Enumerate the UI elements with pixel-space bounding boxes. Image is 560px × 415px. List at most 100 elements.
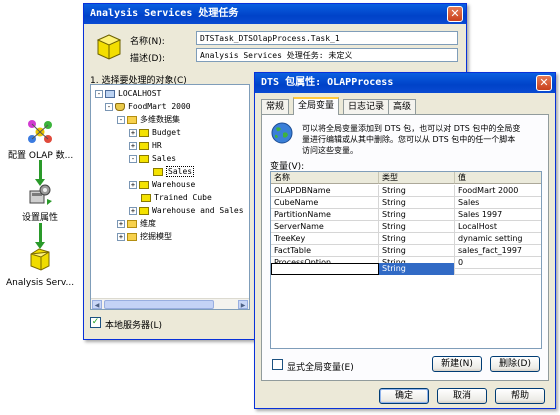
info-text-line-3: 访问这些变量。: [302, 146, 358, 155]
show-globals-checkbox[interactable]: [272, 359, 283, 370]
cube-icon: [139, 206, 149, 215]
show-globals-label: 显式全局变量(E): [287, 363, 354, 373]
task-window-titlebar[interactable]: Analysis Services 处理任务 ✕: [84, 4, 466, 24]
table-row[interactable]: PartitionName String Sales 1997: [271, 209, 541, 221]
global-variables-page: 可以将全局变量添加到 DTS 包，也可以对 DTS 包中的全局变 量进行编辑或从…: [261, 114, 549, 381]
close-icon[interactable]: ✕: [536, 75, 552, 91]
variable-type-cell[interactable]: String: [379, 185, 455, 197]
tree-node-database[interactable]: - FoodMart 2000: [105, 101, 191, 113]
scrollbar-thumb[interactable]: [104, 300, 214, 309]
task-window-title: Analysis Services 处理任务: [90, 8, 239, 19]
name-field[interactable]: DTSTask_DTSOlapProcess.Task_1: [196, 31, 458, 45]
tree-node-cubes-folder[interactable]: - 多维数据集: [117, 114, 180, 126]
help-button[interactable]: 帮助: [495, 388, 545, 404]
workflow-arrow[interactable]: [35, 223, 45, 249]
dynamic-properties-icon[interactable]: [27, 183, 53, 207]
variable-type-cell[interactable]: String: [379, 245, 455, 257]
collapse-icon[interactable]: -: [117, 115, 125, 124]
collapse-icon[interactable]: -: [105, 102, 113, 111]
description-field[interactable]: Analysis Services 处理任务: 未定义: [196, 48, 458, 62]
table-row[interactable]: TreeKey String dynamic setting: [271, 233, 541, 245]
column-header-name[interactable]: 名称: [271, 172, 379, 184]
tree-node-cube-hr[interactable]: + HR: [129, 140, 162, 152]
variable-value-cell[interactable]: FoodMart 2000: [455, 185, 541, 197]
close-icon[interactable]: ✕: [447, 6, 463, 22]
cancel-button[interactable]: 取消: [437, 388, 487, 404]
variable-type-cell[interactable]: String: [379, 233, 455, 245]
variable-value-cell[interactable]: dynamic setting: [455, 233, 541, 245]
new-variable-name-input[interactable]: [271, 263, 379, 275]
expand-icon[interactable]: +: [129, 180, 137, 189]
olap-configure-icon[interactable]: [26, 118, 54, 144]
object-tree[interactable]: - LOCALHOST - FoodMart 2000 - 多维数据集 + Budget…: [90, 84, 250, 310]
table-row[interactable]: OLAPDBName String FoodMart 2000: [271, 185, 541, 197]
analysis-services-task-icon[interactable]: [27, 246, 53, 272]
expand-icon[interactable]: +: [129, 206, 137, 215]
expand-icon[interactable]: +: [129, 141, 137, 150]
table-row-new[interactable]: String: [271, 263, 541, 275]
analysis-cube-icon: [94, 31, 124, 61]
variable-name-cell[interactable]: CubeName: [271, 197, 379, 209]
task-label-analysis[interactable]: Analysis Serv...: [6, 278, 74, 288]
table-row[interactable]: ServerName String LocalHost: [271, 221, 541, 233]
tab-advanced[interactable]: 高级: [388, 99, 417, 115]
expand-icon[interactable]: +: [117, 232, 125, 241]
tree-node-server[interactable]: - LOCALHOST: [95, 88, 161, 100]
tree-node-cube-warehouse-sales[interactable]: + Warehouse and Sales: [129, 205, 244, 217]
table-row[interactable]: CubeName String Sales: [271, 197, 541, 209]
tree-node-mining-folder[interactable]: + 挖掘模型: [117, 231, 172, 243]
local-server-label: 本地服务器(L): [105, 321, 163, 331]
delete-variable-button[interactable]: 删除(D): [490, 356, 540, 372]
properties-window-titlebar[interactable]: DTS 包属性: OLAPProcess ✕: [255, 73, 555, 93]
tab-global-variables[interactable]: 全局变量: [293, 97, 340, 115]
scroll-left-icon[interactable]: ◀: [92, 300, 102, 309]
variable-value-cell[interactable]: LocalHost: [455, 221, 541, 233]
new-variable-value-cell[interactable]: [455, 263, 541, 275]
tree-node-cube-trained[interactable]: Trained Cube: [141, 192, 212, 204]
cube-icon: [139, 128, 149, 137]
tree-node-dimensions-folder[interactable]: + 维度: [117, 218, 156, 230]
variables-grid[interactable]: 名称 类型 值 OLAPDBName String FoodMart 2000 Cub…: [270, 171, 542, 349]
info-text-line-2: 量进行编辑或从其中删除。您可以从 DTS 包中的任一个脚本: [302, 135, 516, 144]
folder-icon: [127, 219, 137, 228]
variable-value-cell[interactable]: Sales 1997: [455, 209, 541, 221]
scroll-right-icon[interactable]: ▶: [238, 300, 248, 309]
tree-node-cube-sales[interactable]: - Sales: [129, 153, 176, 165]
variable-type-cell[interactable]: String: [379, 221, 455, 233]
variable-value-cell[interactable]: Sales: [455, 197, 541, 209]
designer-canvas: 配置 OLAP 数... 设置属性 Analysis Serv...: [0, 0, 85, 415]
variable-name-cell[interactable]: ServerName: [271, 221, 379, 233]
properties-window-title: DTS 包属性: OLAPProcess: [261, 77, 394, 88]
tree-horizontal-scrollbar[interactable]: ◀ ▶: [91, 298, 249, 309]
variable-type-cell[interactable]: String: [379, 197, 455, 209]
variable-name-cell[interactable]: OLAPDBName: [271, 185, 379, 197]
variable-name-cell[interactable]: FactTable: [271, 245, 379, 257]
variable-name-cell[interactable]: TreeKey: [271, 233, 379, 245]
expand-icon[interactable]: +: [129, 128, 137, 137]
new-variable-type-cell[interactable]: String: [379, 263, 455, 275]
new-variable-button[interactable]: 新建(N): [432, 356, 482, 372]
variable-value-cell[interactable]: sales_fact_1997: [455, 245, 541, 257]
info-text-line-1: 可以将全局变量添加到 DTS 包，也可以对 DTS 包中的全局变: [302, 124, 521, 133]
package-properties-window: DTS 包属性: OLAPProcess ✕ 常规 全局变量 日志记录 高级 可…: [254, 72, 556, 409]
column-header-type[interactable]: 类型: [379, 172, 455, 184]
tab-logging[interactable]: 日志记录: [343, 99, 390, 115]
task-label-properties[interactable]: 设置属性: [22, 210, 58, 223]
tree-node-cube-warehouse[interactable]: + Warehouse: [129, 179, 195, 191]
table-row[interactable]: FactTable String sales_fact_1997: [271, 245, 541, 257]
collapse-icon[interactable]: -: [95, 89, 103, 98]
tree-node-partition-sales[interactable]: Sales: [153, 166, 195, 178]
ok-button[interactable]: 确定: [379, 388, 429, 404]
cube-icon: [139, 141, 149, 150]
column-header-value[interactable]: 值: [455, 172, 541, 184]
tab-general[interactable]: 常规: [261, 99, 290, 115]
workflow-arrow[interactable]: [35, 160, 45, 186]
folder-icon: [127, 115, 137, 124]
local-server-checkbox[interactable]: ✓: [90, 317, 101, 328]
tree-node-cube-budget[interactable]: + Budget: [129, 127, 181, 139]
collapse-icon[interactable]: -: [129, 154, 137, 163]
expand-icon[interactable]: +: [117, 219, 125, 228]
variable-type-cell[interactable]: String: [379, 209, 455, 221]
variable-name-cell[interactable]: PartitionName: [271, 209, 379, 221]
description-label: 描述(D):: [130, 54, 165, 64]
